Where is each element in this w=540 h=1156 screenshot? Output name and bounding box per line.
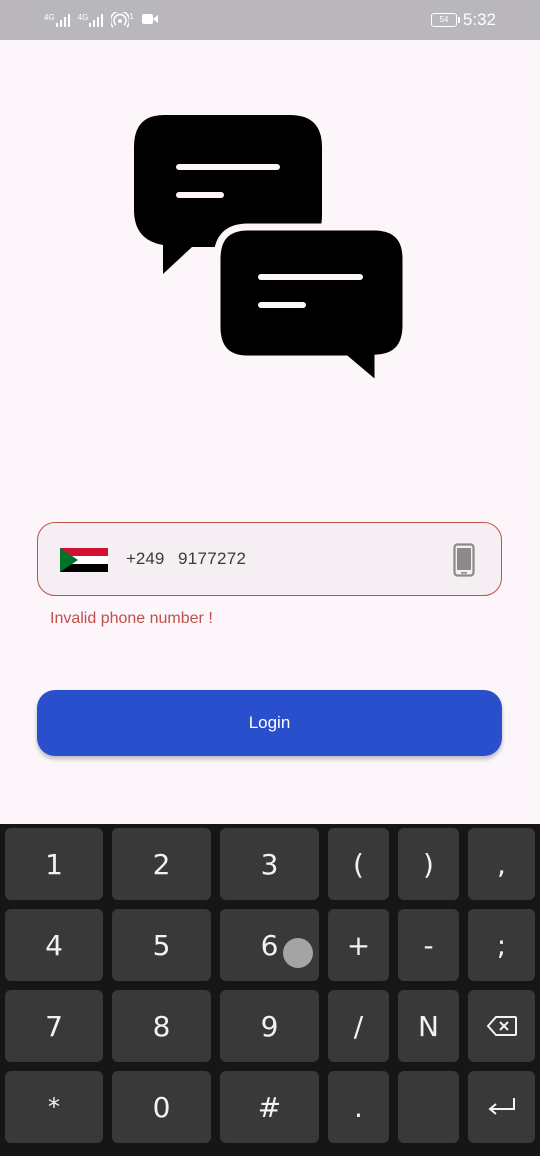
signal-icon: 4G xyxy=(78,13,104,27)
key-3[interactable]: 3 xyxy=(220,828,319,900)
key-n[interactable]: N xyxy=(398,990,459,1062)
key-close-paren[interactable]: ) xyxy=(398,828,459,900)
key-slash[interactable]: / xyxy=(328,990,389,1062)
key-period[interactable]: . xyxy=(328,1071,389,1143)
backspace-icon xyxy=(486,1016,517,1036)
hotspot-icon: 1 xyxy=(111,12,134,28)
mobile-phone-icon xyxy=(453,543,475,577)
key-plus[interactable]: + xyxy=(328,909,389,981)
sudan-flag-icon[interactable] xyxy=(60,548,108,572)
status-icons-left: 4G 4G 1 xyxy=(44,12,158,28)
touch-indicator xyxy=(283,938,313,968)
hotspot-count: 1 xyxy=(129,12,134,21)
phone-number-value[interactable]: 9177272 xyxy=(178,549,246,569)
video-camera-icon xyxy=(141,13,158,28)
login-button[interactable]: Login xyxy=(37,690,502,756)
signal-label: 4G xyxy=(77,13,89,22)
status-bar: 4G 4G 1 54 5:32 xyxy=(0,0,540,40)
dial-code[interactable]: +249 xyxy=(126,549,164,569)
status-icons-right: 54 5:32 xyxy=(430,10,496,30)
key-open-paren[interactable]: ( xyxy=(328,828,389,900)
key-5[interactable]: 5 xyxy=(112,909,211,981)
clock: 5:32 xyxy=(462,10,496,29)
key-hash[interactable]: # xyxy=(220,1071,319,1143)
key-2[interactable]: 2 xyxy=(112,828,211,900)
key-comma[interactable]: , xyxy=(468,828,535,900)
signal-label: 4G xyxy=(44,13,55,22)
error-message: Invalid phone number ! xyxy=(50,610,213,627)
battery-icon: 54 xyxy=(430,13,460,27)
key-8[interactable]: 8 xyxy=(112,990,211,1062)
key-minus[interactable]: - xyxy=(398,909,459,981)
chat-bubbles-logo-icon xyxy=(134,115,410,390)
key-0[interactable]: 0 xyxy=(112,1071,211,1143)
key-semicolon[interactable]: ; xyxy=(468,909,535,981)
key-7[interactable]: 7 xyxy=(5,990,103,1062)
phone-input[interactable]: +249 9177272 xyxy=(37,522,502,596)
key-1[interactable]: 1 xyxy=(5,828,103,900)
key-asterisk[interactable]: * xyxy=(5,1071,103,1143)
enter-key[interactable] xyxy=(468,1071,535,1143)
signal-icon: 4G xyxy=(44,13,70,27)
key-4[interactable]: 4 xyxy=(5,909,103,981)
key-9[interactable]: 9 xyxy=(220,990,319,1062)
enter-icon xyxy=(487,1098,515,1115)
key-space[interactable] xyxy=(398,1071,459,1143)
backspace-key[interactable] xyxy=(468,990,535,1062)
